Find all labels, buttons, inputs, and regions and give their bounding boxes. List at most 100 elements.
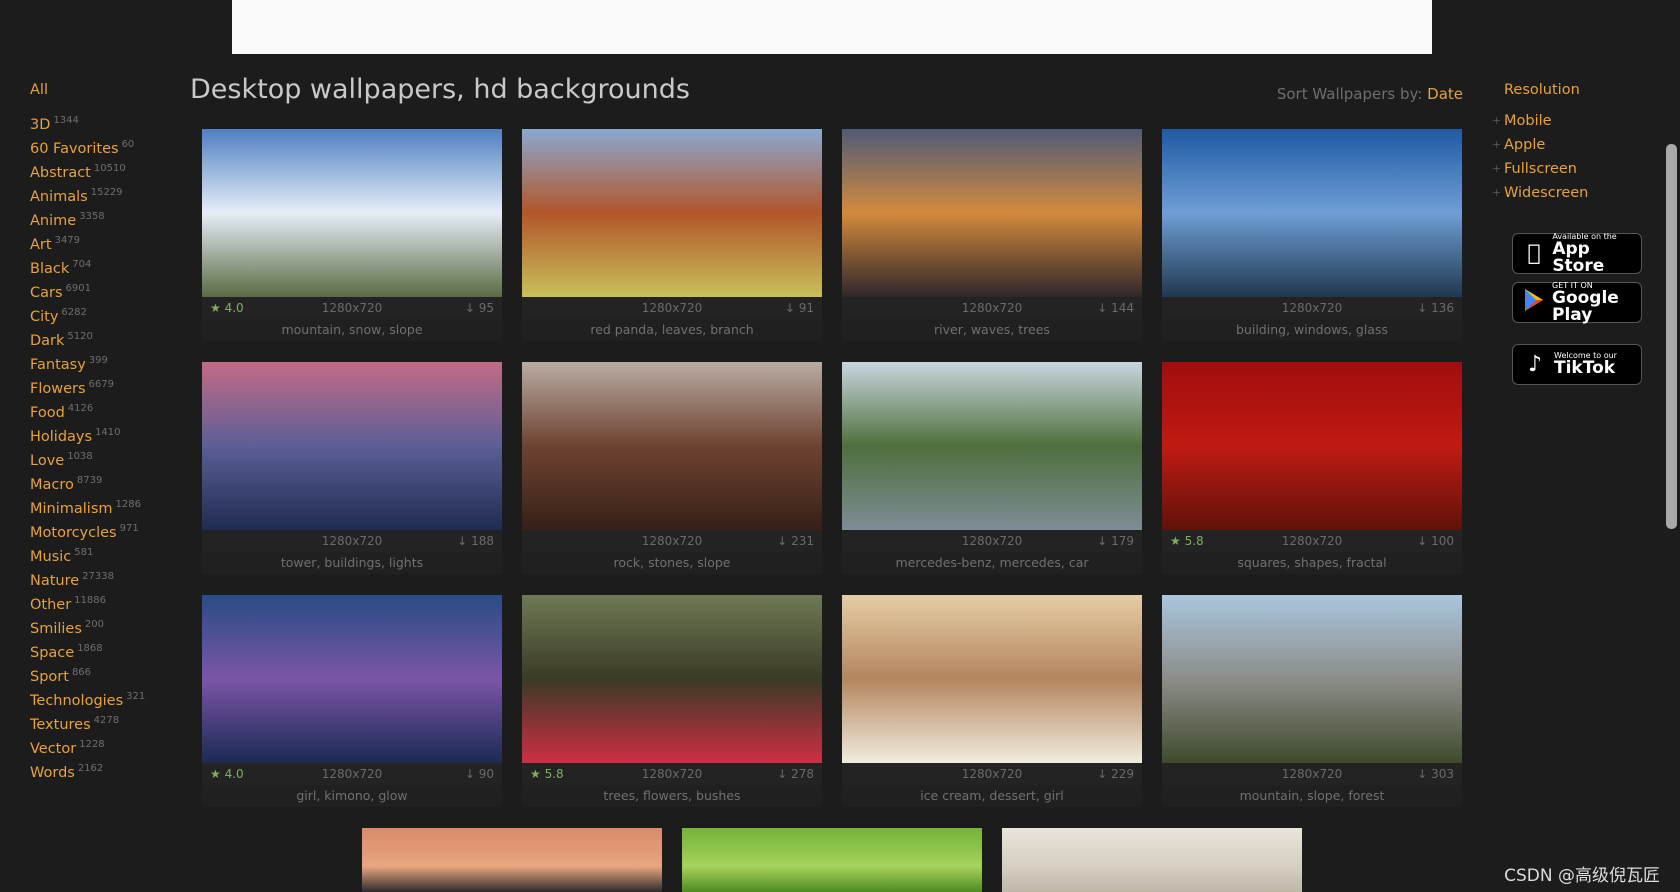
category-link[interactable]: Dark	[30, 333, 64, 349]
wallpaper-card[interactable]: 1280x720 ↓ 144 river, waves, trees	[842, 129, 1142, 341]
wallpaper-card[interactable]: ★ 4.0 1280x720 ↓ 90 girl, kimono, glow	[202, 595, 502, 807]
wallpaper-card[interactable]: 1280x720 ↓ 188 tower, buildings, lights	[202, 362, 502, 574]
category-link[interactable]: Flowers	[30, 381, 86, 397]
wallpaper-thumbnail[interactable]	[682, 828, 982, 892]
wallpaper-tags[interactable]: mercedes-benz, mercedes, car	[842, 552, 1142, 574]
wallpaper-tags[interactable]: squares, shapes, fractal	[1162, 552, 1462, 574]
category-link[interactable]: Textures	[30, 717, 91, 733]
resolution-label[interactable]: 1280x720	[642, 301, 703, 315]
resolution-label[interactable]: 1280x720	[322, 301, 383, 315]
wallpaper-card[interactable]: 1280x720 ↓ 231 rock, stones, slope	[522, 362, 822, 574]
category-link[interactable]: Art	[30, 237, 52, 253]
sidebar-item-fantasy[interactable]: Fantasy 399	[30, 349, 180, 373]
wallpaper-card[interactable]: 1280x720 ↓ 229 ice cream, dessert, girl	[842, 595, 1142, 807]
category-link[interactable]: Motorcycles	[30, 525, 117, 541]
category-link[interactable]: Technologies	[30, 693, 123, 709]
sidebar-item-holidays[interactable]: Holidays 1410	[30, 421, 180, 445]
wallpaper-thumbnail[interactable]	[202, 129, 502, 297]
wallpaper-tags[interactable]: river, waves, trees	[842, 319, 1142, 341]
tiktok-badge[interactable]: ♪ Welcome to our TikTok	[1512, 344, 1642, 385]
resolution-label[interactable]: 1280x720	[962, 534, 1023, 548]
category-link[interactable]: Black	[30, 261, 69, 277]
sidebar-item-city[interactable]: City 6282	[30, 301, 180, 325]
wallpaper-tags[interactable]: building, windows, glass	[1162, 319, 1462, 341]
category-link[interactable]: Space	[30, 645, 74, 661]
app-store-badge[interactable]:  Available on theApp Store	[1512, 232, 1642, 274]
resolution-label[interactable]: 1280x720	[962, 301, 1023, 315]
sidebar-item-textures[interactable]: Textures 4278	[30, 709, 180, 733]
sidebar-item-love[interactable]: Love 1038	[30, 445, 180, 469]
wallpaper-card-partial[interactable]	[362, 828, 662, 892]
resolution-label[interactable]: 1280x720	[1282, 534, 1343, 548]
sidebar-item-macro[interactable]: Macro 8739	[30, 469, 180, 493]
resolution-item-fullscreen[interactable]: Fullscreen	[1492, 157, 1588, 181]
wallpaper-thumbnail[interactable]	[362, 828, 662, 892]
wallpaper-card[interactable]: ★ 5.8 1280x720 ↓ 100 squares, shapes, fract…	[1162, 362, 1462, 574]
wallpaper-tags[interactable]: mountain, slope, forest	[1162, 785, 1462, 807]
wallpaper-tags[interactable]: rock, stones, slope	[522, 552, 822, 574]
sidebar-item-technologies[interactable]: Technologies 321	[30, 685, 180, 709]
sidebar-item-animals[interactable]: Animals 15229	[30, 181, 180, 205]
category-link[interactable]: Vector	[30, 741, 76, 757]
resolution-label[interactable]: 1280x720	[322, 767, 383, 781]
sidebar-item-words[interactable]: Words 2162	[30, 757, 180, 781]
resolution-item-widescreen[interactable]: Widescreen	[1492, 181, 1588, 205]
category-link[interactable]: Food	[30, 405, 65, 421]
category-link[interactable]: Nature	[30, 573, 79, 589]
wallpaper-card-partial[interactable]	[682, 828, 982, 892]
wallpaper-thumbnail[interactable]	[842, 595, 1142, 763]
resolution-item-apple[interactable]: Apple	[1492, 133, 1588, 157]
resolution-label[interactable]: 1280x720	[642, 767, 703, 781]
resolution-label[interactable]: 1280x720	[642, 534, 703, 548]
category-link[interactable]: 3D	[30, 117, 50, 133]
sidebar-item-sport[interactable]: Sport 866	[30, 661, 180, 685]
wallpaper-thumbnail[interactable]	[1162, 595, 1462, 763]
sidebar-item-cars[interactable]: Cars 6901	[30, 277, 180, 301]
sort-control[interactable]: Sort Wallpapers by: Date	[1277, 85, 1463, 103]
wallpaper-thumbnail[interactable]	[522, 595, 822, 763]
wallpaper-card-partial[interactable]	[1002, 828, 1302, 892]
sidebar-item-minimalism[interactable]: Minimalism 1286	[30, 493, 180, 517]
sidebar-item-motorcycles[interactable]: Motorcycles 971	[30, 517, 180, 541]
category-link[interactable]: City	[30, 309, 58, 325]
category-link[interactable]: Sport	[30, 669, 69, 685]
sidebar-item-art[interactable]: Art 3479	[30, 229, 180, 253]
category-link[interactable]: Holidays	[30, 429, 92, 445]
sidebar-item-smilies[interactable]: Smilies 200	[30, 613, 180, 637]
category-link[interactable]: Cars	[30, 285, 63, 301]
category-link[interactable]: Anime	[30, 213, 76, 229]
sidebar-item-60-favorites[interactable]: 60 Favorites 60	[30, 133, 180, 157]
wallpaper-card[interactable]: 1280x720 ↓ 91 red panda, leaves, branch	[522, 129, 822, 341]
wallpaper-tags[interactable]: red panda, leaves, branch	[522, 319, 822, 341]
sort-value-link[interactable]: Date	[1427, 85, 1463, 103]
category-link[interactable]: Animals	[30, 189, 88, 205]
sidebar-item-food[interactable]: Food 4126	[30, 397, 180, 421]
category-link[interactable]: Abstract	[30, 165, 91, 181]
wallpaper-thumbnail[interactable]	[202, 595, 502, 763]
category-link[interactable]: Other	[30, 597, 71, 613]
sidebar-item-music[interactable]: Music 581	[30, 541, 180, 565]
resolution-label[interactable]: 1280x720	[1282, 767, 1343, 781]
wallpaper-card[interactable]: ★ 4.0 1280x720 ↓ 95 mountain, snow, slope	[202, 129, 502, 341]
google-play-badge[interactable]: GET IT ON Google Play	[1512, 281, 1642, 323]
wallpaper-thumbnail[interactable]	[842, 129, 1142, 297]
category-link[interactable]: Words	[30, 765, 75, 781]
wallpaper-tags[interactable]: girl, kimono, glow	[202, 785, 502, 807]
category-link[interactable]: Love	[30, 453, 64, 469]
wallpaper-thumbnail[interactable]	[202, 362, 502, 530]
sidebar-item-flowers[interactable]: Flowers 6679	[30, 373, 180, 397]
category-link[interactable]: 60 Favorites	[30, 141, 119, 157]
scrollbar-thumb[interactable]	[1666, 144, 1677, 529]
wallpaper-thumbnail[interactable]	[522, 129, 822, 297]
wallpaper-thumbnail[interactable]	[1002, 828, 1302, 892]
sidebar-item-dark[interactable]: Dark 5120	[30, 325, 180, 349]
category-link[interactable]: Fantasy	[30, 357, 86, 373]
wallpaper-card[interactable]: 1280x720 ↓ 136 building, windows, glass	[1162, 129, 1462, 341]
wallpaper-tags[interactable]: tower, buildings, lights	[202, 552, 502, 574]
wallpaper-tags[interactable]: trees, flowers, bushes	[522, 785, 822, 807]
wallpaper-thumbnail[interactable]	[1162, 362, 1462, 530]
page-scrollbar[interactable]	[1663, 0, 1680, 892]
category-link[interactable]: Smilies	[30, 621, 82, 637]
wallpaper-thumbnail[interactable]	[522, 362, 822, 530]
resolution-label[interactable]: 1280x720	[1282, 301, 1343, 315]
